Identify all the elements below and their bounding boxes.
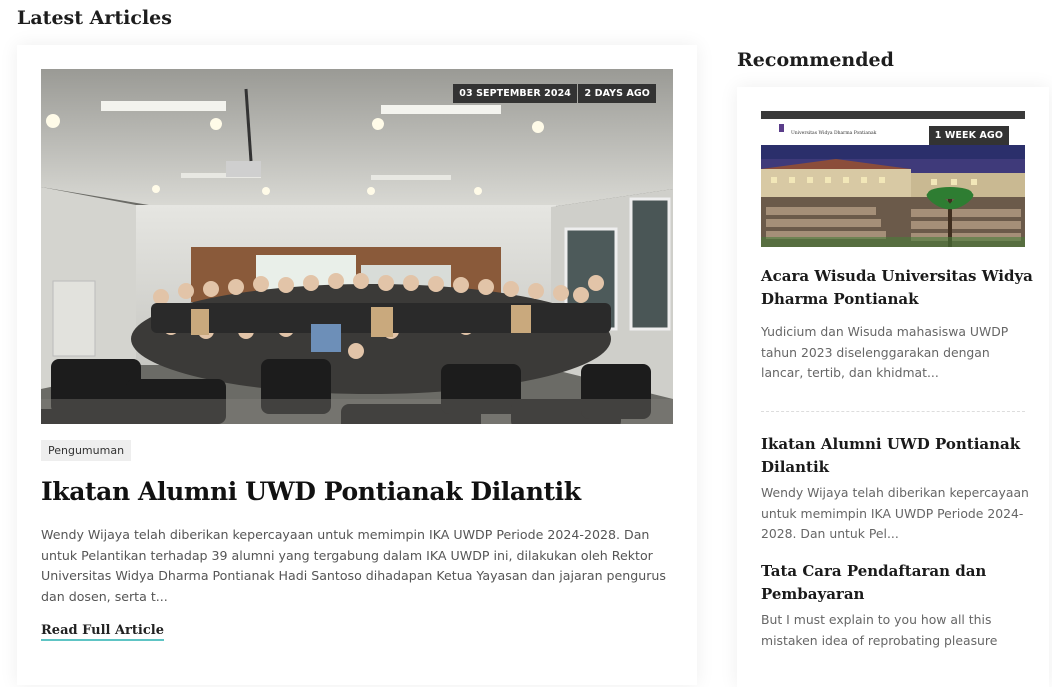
featured-article-excerpt: Wendy Wijaya telah diberikan kepercayaan… xyxy=(41,527,666,604)
recommended-item-title[interactable]: Acara Wisuda Universitas Widya Dharma Po… xyxy=(761,265,1036,311)
read-full-article-link[interactable]: Read Full Article xyxy=(41,623,164,641)
recommended-item-excerpt: Wendy Wijaya telah diberikan kepercayaan… xyxy=(761,485,1029,541)
latest-articles-heading: Latest Articles xyxy=(17,7,172,29)
recommended-sidebar: Universitas Widya Dharma Pontianak 1 WEE… xyxy=(737,87,1049,687)
recommended-item-excerpt: But I must explain to you how all this m… xyxy=(761,612,998,648)
recommended-item-image[interactable]: Universitas Widya Dharma Pontianak 1 WEE… xyxy=(761,111,1025,247)
group-photo-classroom-icon xyxy=(41,69,673,424)
featured-article-card: 03 SEPTEMBER 2024 2 DAYS AGO Pengumuman … xyxy=(17,45,697,685)
recommended-age-badge: 1 WEEK AGO xyxy=(928,126,1009,145)
recommended-item-title[interactable]: Ikatan Alumni UWD Pontianak Dilantik xyxy=(761,433,1036,479)
recommended-divider xyxy=(761,411,1025,412)
article-date-badge: 03 SEPTEMBER 2024 xyxy=(453,84,577,103)
featured-article-image[interactable]: 03 SEPTEMBER 2024 2 DAYS AGO xyxy=(41,69,673,424)
category-tag[interactable]: Pengumuman xyxy=(41,440,132,461)
recommended-heading: Recommended xyxy=(737,49,894,71)
recommended-item-excerpt: Yudicium dan Wisuda mahasiswa UWDP tahun… xyxy=(761,324,1009,380)
featured-article-title[interactable]: Ikatan Alumni UWD Pontianak Dilantik xyxy=(41,477,581,506)
site-name-text: Universitas Widya Dharma Pontianak xyxy=(791,131,877,136)
article-age-badge: 2 DAYS AGO xyxy=(578,84,656,103)
recommended-item-title[interactable]: Tata Cara Pendaftaran dan Pembayaran xyxy=(761,560,1036,606)
